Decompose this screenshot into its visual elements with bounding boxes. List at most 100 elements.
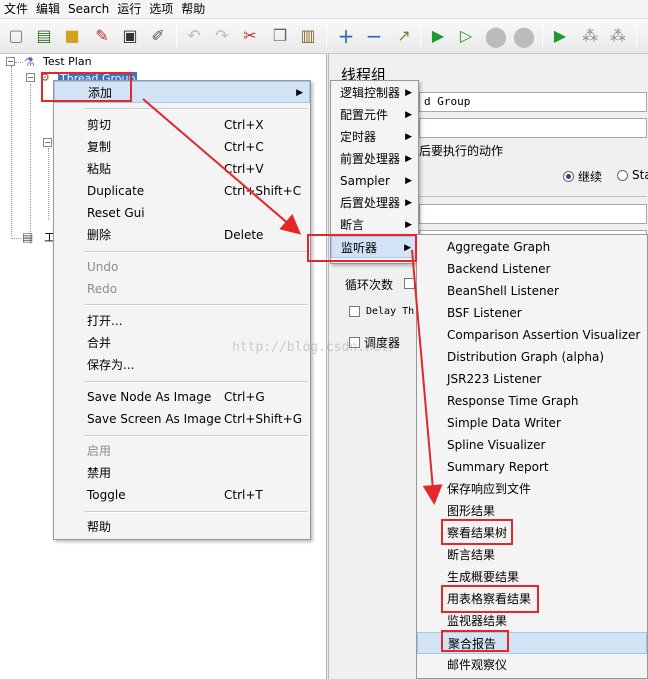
annotation-box-add (41, 72, 132, 102)
comments-field[interactable] (419, 118, 647, 138)
listener-item[interactable]: BSF Listener (417, 302, 647, 324)
submenu-item-sampler[interactable]: Sampler ▶ (331, 170, 418, 192)
menu-run[interactable]: 运行 (113, 0, 145, 19)
submenu-item-assertion[interactable]: 断言 ▶ (331, 214, 418, 236)
menu-edit[interactable]: 编辑 (32, 0, 64, 19)
menu-search[interactable]: Search (64, 0, 113, 19)
new-file-icon[interactable]: ▢ (4, 24, 28, 48)
start-next-radio[interactable]: Sta (617, 168, 648, 182)
listener-item[interactable]: Aggregate Graph (417, 236, 647, 258)
listener-item[interactable]: 断言结果 (417, 544, 647, 566)
submenu-item-config-element[interactable]: 配置元件 ▶ (331, 104, 418, 126)
menu-item-paste[interactable]: 粘贴 Ctrl+V (54, 158, 310, 180)
menu-bar: 文件 编辑 Search 运行 选项 帮助 (0, 0, 648, 19)
submenu-arrow-icon: ▶ (405, 154, 412, 164)
menu-item-delete[interactable]: 删除 Delete (54, 224, 310, 246)
undo-icon[interactable]: ↶ (182, 24, 206, 48)
radio-unselected-icon (617, 169, 628, 181)
submenu-arrow-icon: ▶ (405, 176, 412, 186)
continue-radio[interactable]: 继续 (563, 168, 602, 185)
checkbox-icon (349, 306, 360, 317)
listener-item[interactable]: BeanShell Listener (417, 280, 647, 302)
close-file-icon[interactable]: ✎ (90, 24, 114, 48)
expand-toggle-icon[interactable]: − (26, 73, 35, 82)
name-field[interactable]: d Group (419, 92, 647, 112)
listener-item[interactable]: Summary Report (417, 456, 647, 478)
shutdown-icon[interactable]: ⬤ (512, 24, 536, 48)
listener-item[interactable]: Simple Data Writer (417, 412, 647, 434)
test-plan-icon: ⚗ (24, 55, 35, 69)
radio-selected-icon (563, 171, 574, 182)
menu-item-save-as[interactable]: 保存为... (54, 354, 310, 376)
submenu-arrow-icon: ▶ (405, 88, 412, 98)
menu-item-duplicate[interactable]: Duplicate Ctrl+Shift+C (54, 180, 310, 202)
start-icon[interactable]: ▶ (426, 24, 450, 48)
annotation-box-view-results-tree (441, 519, 513, 545)
menu-item-disable[interactable]: 禁用 (54, 462, 310, 484)
submenu-arrow-icon: ▶ (405, 220, 412, 230)
cut-icon[interactable]: ✂ (238, 24, 262, 48)
submenu-item-logic-controller[interactable]: 逻辑控制器 ▶ (331, 82, 418, 104)
toggle-icon[interactable]: ↗ (392, 24, 416, 48)
listener-item[interactable]: 监视器结果 (417, 610, 647, 632)
submenu-arrow-icon: ▶ (405, 110, 412, 120)
paste-icon[interactable]: ▥ (296, 24, 320, 48)
listener-item[interactable]: Comparison Assertion Visualizer (417, 324, 647, 346)
menu-help[interactable]: 帮助 (177, 0, 209, 19)
menu-item-save-screen-image[interactable]: Save Screen As Image Ctrl+Shift+G (54, 408, 310, 430)
menu-item-reset-gui[interactable]: Reset Gui (54, 202, 310, 224)
collapse-icon[interactable]: − (362, 24, 386, 48)
remote-start-icon[interactable]: ▶ (548, 24, 572, 48)
submenu-arrow-icon: ▶ (296, 88, 303, 98)
menu-item-copy[interactable]: 复制 Ctrl+C (54, 136, 310, 158)
listener-item[interactable]: Distribution Graph (alpha) (417, 346, 647, 368)
listener-item[interactable]: Backend Listener (417, 258, 647, 280)
menu-item-redo[interactable]: Redo (54, 278, 310, 300)
expand-toggle-icon[interactable]: − (43, 138, 52, 147)
menu-item-save-node-image[interactable]: Save Node As Image Ctrl+G (54, 386, 310, 408)
redo-icon[interactable]: ↷ (210, 24, 234, 48)
delay-thread-creation[interactable]: Delay Th (349, 306, 414, 317)
menu-item-enable[interactable]: 启用 (54, 440, 310, 462)
templates-icon[interactable]: ▤ (32, 24, 56, 48)
forever-checkbox[interactable] (404, 278, 415, 289)
workbench-icon: ▤ (22, 230, 34, 244)
listener-item[interactable]: Spline Visualizer (417, 434, 647, 456)
annotation-box-view-results-table (441, 585, 539, 613)
copy-icon[interactable]: ❐ (268, 24, 292, 48)
action-label: 后要执行的动作 (419, 144, 504, 158)
listener-item[interactable]: Response Time Graph (417, 390, 647, 412)
listener-item[interactable]: JSR223 Listener (417, 368, 647, 390)
start-no-pause-icon[interactable]: ▷ (454, 24, 478, 48)
menu-item-toggle[interactable]: Toggle Ctrl+T (54, 484, 310, 506)
watermark: http://blog.csdn.net/ (232, 340, 397, 355)
expand-icon[interactable]: + (334, 24, 358, 48)
submenu-item-timer[interactable]: 定时器 ▶ (331, 126, 418, 148)
listener-item[interactable]: 邮件观察仪 (417, 654, 647, 676)
menu-options[interactable]: 选项 (145, 0, 177, 19)
submenu-item-pre-processor[interactable]: 前置处理器 ▶ (331, 148, 418, 170)
save-icon[interactable]: ▣ (118, 24, 142, 48)
listener-item[interactable]: 保存响应到文件 (417, 478, 647, 500)
menu-item-undo[interactable]: Undo (54, 256, 310, 278)
loop-count-label: 循环次数 (345, 278, 394, 292)
expand-toggle-icon[interactable]: − (6, 57, 15, 66)
context-menu: 添加 ▶ 剪切 Ctrl+X 复制 Ctrl+C 粘贴 Ctrl+V Duplicate… (53, 80, 311, 540)
submenu-arrow-icon: ▶ (405, 132, 412, 142)
remote-exit-icon[interactable]: ⁂ (606, 24, 630, 48)
annotation-box-aggregate-report (441, 630, 509, 652)
stop-icon[interactable]: ⬤ (484, 24, 508, 48)
threads-field[interactable] (419, 204, 647, 224)
edit-icon[interactable]: ✐ (146, 24, 170, 48)
menu-item-help[interactable]: 帮助 (54, 516, 310, 538)
open-folder-icon[interactable]: ■ (60, 24, 84, 48)
menu-item-cut[interactable]: 剪切 Ctrl+X (54, 114, 310, 136)
tree-node-test-plan[interactable]: Test Plan (43, 54, 92, 70)
submenu-arrow-icon: ▶ (405, 198, 412, 208)
annotation-box-listener (307, 234, 417, 262)
submenu-item-post-processor[interactable]: 后置处理器 ▶ (331, 192, 418, 214)
remote-stop-icon[interactable]: ⁂ (578, 24, 602, 48)
toolbar: ▢ ▤ ■ ✎ ▣ ✐ ↶ ↷ ✂ ❐ ▥ + − ↗ ▶ ▷ ⬤ ⬤ ▶ ⁂ … (0, 19, 648, 54)
menu-item-open[interactable]: 打开... (54, 310, 310, 332)
menu-file[interactable]: 文件 (0, 0, 32, 19)
